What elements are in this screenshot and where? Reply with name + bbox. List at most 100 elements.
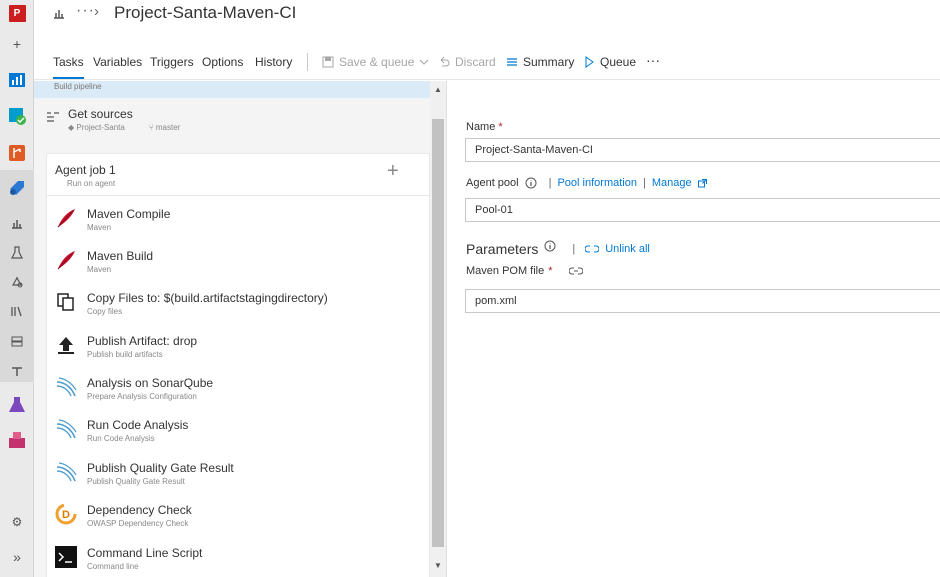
agent-pool-select[interactable]: Pool-01 (465, 198, 940, 222)
task-publish-artifact[interactable]: Publish Artifact: drop Publish build art… (47, 325, 429, 367)
svg-text:D: D (62, 509, 70, 521)
get-sources-item[interactable]: Get sources ◆ Project-Santa ⑂ master (34, 101, 430, 141)
scroll-thumb[interactable] (432, 119, 444, 547)
queue-label: Queue (600, 55, 637, 69)
plus-icon[interactable]: + (8, 35, 26, 53)
task-subtitle: Maven (87, 223, 112, 232)
task-name: Analysis on SonarQube (87, 376, 214, 390)
pipeline-name-input[interactable]: Project-Santa-Maven-CI (465, 138, 940, 162)
page-header: ··· › Project-Santa-Maven-CI (34, 0, 940, 30)
manage-link[interactable]: Manage (652, 177, 692, 189)
pipeline-breadcrumb-icon[interactable] (52, 6, 66, 20)
agent-job-card: Agent job 1 Run on agent + Maven Compile… (46, 153, 430, 577)
play-icon (585, 56, 594, 68)
library-icon[interactable] (8, 273, 26, 291)
list-icon (507, 58, 517, 66)
add-task-button[interactable]: + (387, 160, 399, 183)
save-queue-button[interactable]: Save & queue (322, 55, 429, 69)
task-dependency-check[interactable]: D Dependency Check OWASP Dependency Chec… (47, 494, 429, 536)
sonarqube-icon (54, 375, 78, 399)
task-subtitle: Maven (87, 265, 112, 274)
scroll-down-arrow-icon[interactable]: ▼ (434, 561, 442, 570)
task-maven-compile[interactable]: Maven Compile Maven (47, 198, 429, 240)
releases-icon[interactable] (8, 243, 26, 261)
tab-history[interactable]: History (255, 55, 292, 69)
pipelines-icon[interactable] (8, 179, 26, 197)
project-avatar[interactable]: P (8, 4, 26, 22)
task-name: Maven Build (87, 249, 154, 263)
page-title: Project-Santa-Maven-CI (114, 3, 297, 22)
link-icon[interactable] (568, 265, 583, 277)
task-command-line[interactable]: Command Line Script Command line (47, 537, 429, 577)
test-plans-icon[interactable] (8, 396, 26, 414)
build-pipeline-label: Build pipeline (54, 82, 102, 91)
task-groups-icon[interactable] (8, 302, 26, 320)
queue-button[interactable]: Queue (583, 55, 636, 69)
task-name: Copy Files to: $(build.artifactstagingdi… (87, 291, 328, 305)
copy-files-icon (54, 290, 78, 314)
pool-information-link[interactable]: Pool information (557, 177, 637, 189)
builds-icon[interactable] (8, 214, 26, 232)
boards-icon[interactable] (8, 71, 26, 89)
task-publish-quality-gate[interactable]: Publish Quality Gate Result Publish Qual… (47, 452, 429, 494)
settings-icon[interactable]: ⚙ (8, 513, 26, 531)
build-pipeline-header[interactable]: Build pipeline (34, 81, 430, 98)
breadcrumb-chevron-icon: › (94, 3, 99, 20)
terminal-icon (54, 545, 78, 569)
repo-name: ◆ Project-Santa (68, 123, 125, 132)
agent-job-title: Agent job 1 (55, 163, 116, 177)
deployment-groups-icon[interactable] (8, 332, 26, 350)
tab-triggers[interactable]: Triggers (150, 55, 194, 69)
more-actions-icon[interactable]: ··· (646, 52, 660, 68)
scroll-up-arrow-icon[interactable]: ▲ (434, 85, 442, 94)
maven-feather-icon (54, 248, 78, 272)
artifacts-icon[interactable] (8, 431, 26, 449)
agent-pool-label: Agent pool (466, 177, 519, 189)
check-icon[interactable] (8, 107, 26, 125)
maven-pom-input[interactable]: pom.xml (465, 289, 940, 313)
task-name: Run Code Analysis (87, 418, 189, 432)
task-maven-build[interactable]: Maven Build Maven (47, 240, 429, 282)
parameters-title: Parameters (466, 241, 539, 257)
undo-icon (440, 56, 450, 67)
branch-name: ⑂ master (148, 123, 181, 132)
separator: | (642, 177, 646, 189)
info-icon[interactable] (525, 177, 537, 189)
toolbar-separator (307, 53, 308, 71)
toolbar: Tasks Variables Triggers Options History… (34, 48, 940, 80)
chevron-down-icon (420, 59, 429, 65)
save-queue-label: Save & queue (339, 55, 415, 69)
get-sources-details: ◆ Project-Santa ⑂ master (68, 123, 180, 132)
tab-tasks[interactable]: Tasks (53, 55, 84, 79)
upload-icon (54, 333, 78, 357)
task-subtitle: Publish build artifacts (87, 350, 163, 359)
breadcrumb-more-icon[interactable]: ··· (76, 2, 95, 20)
agent-job-header[interactable]: Agent job 1 Run on agent + (47, 154, 429, 196)
unlink-all-link[interactable]: Unlink all (605, 243, 650, 255)
discard-button[interactable]: Discard (438, 55, 496, 69)
maven-feather-icon (54, 206, 78, 230)
task-subtitle: Run Code Analysis (87, 434, 155, 443)
xaml-icon[interactable] (8, 362, 26, 380)
sonarqube-icon (54, 417, 78, 441)
summary-button[interactable]: Summary (506, 55, 574, 69)
tab-variables[interactable]: Variables (93, 55, 142, 69)
discard-label: Discard (455, 55, 496, 69)
external-link-icon[interactable] (697, 178, 707, 188)
unlink-icon[interactable] (585, 243, 600, 255)
pom-label-row: Maven POM file * (466, 265, 583, 277)
task-subtitle: Command line (87, 562, 139, 571)
info-icon[interactable] (544, 240, 556, 252)
task-name: Dependency Check (87, 503, 192, 517)
tab-options[interactable]: Options (202, 55, 243, 69)
task-sonarqube-prepare[interactable]: Analysis on SonarQube Prepare Analysis C… (47, 367, 429, 409)
tasks-scrollbar[interactable]: ▲ ▼ (430, 81, 446, 577)
save-icon (322, 56, 334, 68)
expand-icon[interactable]: » (8, 548, 26, 566)
task-run-code-analysis[interactable]: Run Code Analysis Run Code Analysis (47, 409, 429, 451)
task-subtitle: OWASP Dependency Check (87, 519, 189, 528)
pipeline-properties-pane: Name * Project-Santa-Maven-CI Agent pool… (448, 81, 940, 577)
task-name: Publish Quality Gate Result (87, 461, 234, 475)
task-copy-files[interactable]: Copy Files to: $(build.artifactstagingdi… (47, 282, 429, 324)
repos-icon[interactable] (8, 144, 26, 162)
